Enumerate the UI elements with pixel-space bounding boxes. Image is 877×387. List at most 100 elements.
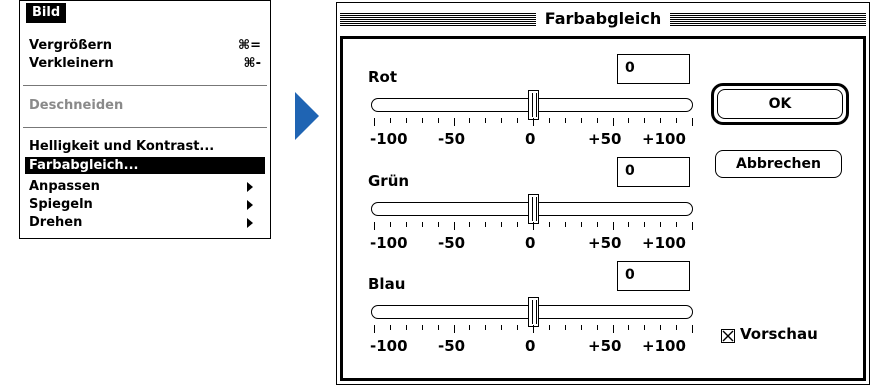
scale-label: -50 — [438, 337, 466, 355]
slider-tick — [533, 118, 534, 126]
slider-tick — [533, 325, 534, 333]
scale-label: -50 — [438, 130, 466, 148]
slider-tick — [406, 325, 407, 330]
slider-tick — [374, 222, 375, 230]
slider-tick — [533, 222, 534, 230]
slider-tick — [406, 222, 407, 227]
scale-label: +50 — [588, 130, 622, 148]
slider-tick — [406, 118, 407, 123]
slider-tick — [517, 118, 518, 123]
slider-tick — [438, 222, 439, 227]
menu-item-label: Farbabgleich... — [29, 158, 139, 173]
menu-item-shortcut: ⌘- — [243, 56, 261, 71]
red-slider-thumb[interactable] — [528, 90, 539, 120]
title-bar[interactable]: Farbabgleich — [337, 3, 869, 36]
red-value-field[interactable]: 0 — [617, 54, 690, 84]
slider-tick — [597, 222, 598, 227]
slider-tick — [469, 325, 470, 330]
menu-item-brightness-contrast[interactable]: Helligkeit und Kontrast... — [29, 138, 261, 155]
scale-label: +50 — [588, 234, 622, 252]
slider-tick — [485, 325, 486, 330]
slider-tick — [422, 325, 423, 330]
slider-tick — [549, 325, 550, 330]
slider-tick — [660, 325, 661, 330]
scale-label: -100 — [370, 234, 408, 252]
menu-item-label: Deschneiden — [29, 98, 124, 113]
menu-item-color-balance[interactable]: Farbabgleich... — [25, 157, 265, 174]
slider-tick — [644, 222, 645, 227]
slider-tick — [517, 325, 518, 330]
ok-button-label: OK — [717, 89, 843, 119]
title-text-wrapper: Farbabgleich — [337, 8, 869, 30]
menu-item-shrink[interactable]: Verkleinern ⌘- — [29, 55, 261, 72]
menu-item-rotate[interactable]: Drehen — [29, 214, 261, 231]
menu-item-label: Verkleinern — [29, 56, 114, 71]
menu-item-shortcut: ⌘= — [238, 38, 261, 53]
scale-label: -50 — [438, 234, 466, 252]
slider-tick — [676, 222, 677, 227]
slider-tick — [390, 118, 391, 123]
image-menu: Bild Vergrößern ⌘= Verkleinern ⌘- Deschn… — [19, 0, 271, 239]
slider-tick — [628, 222, 629, 227]
slider-tick — [485, 222, 486, 227]
red-slider-scale: -100 -50 0 +50 +100 — [370, 130, 700, 148]
slider-tick — [390, 325, 391, 330]
slider-tick — [374, 118, 375, 126]
menu-item-label: Anpassen — [29, 179, 100, 194]
slider-tick — [517, 222, 518, 227]
cancel-button[interactable]: Abbrechen — [715, 150, 842, 178]
scale-label: -100 — [370, 337, 408, 355]
channel-label-blue: Blau — [368, 275, 406, 293]
slider-tick — [438, 118, 439, 123]
menu-item-label: Helligkeit und Kontrast... — [29, 139, 215, 154]
green-slider-ticks — [374, 222, 693, 230]
menu-separator — [23, 127, 267, 128]
slider-tick — [597, 325, 598, 330]
slider-tick — [692, 118, 693, 126]
slider-tick — [660, 118, 661, 123]
menu-title[interactable]: Bild — [26, 3, 67, 23]
scale-label: +50 — [588, 337, 622, 355]
slider-tick — [644, 118, 645, 123]
scale-label: +100 — [642, 130, 686, 148]
menu-item-adjust[interactable]: Anpassen — [29, 178, 261, 195]
preview-checkbox[interactable] — [721, 329, 735, 343]
submenu-arrow-icon — [247, 182, 253, 192]
menu-item-label: Drehen — [29, 215, 83, 230]
ok-button[interactable]: OK — [711, 83, 849, 125]
green-value-field[interactable]: 0 — [617, 157, 690, 187]
menu-item-enlarge[interactable]: Vergrößern ⌘= — [29, 37, 261, 54]
slider-tick — [454, 325, 455, 333]
slider-tick — [438, 325, 439, 330]
submenu-arrow-icon — [247, 200, 253, 210]
slider-tick — [628, 325, 629, 330]
red-slider-ticks — [374, 118, 693, 126]
slider-tick — [628, 118, 629, 123]
submenu-arrow-icon — [247, 218, 253, 228]
slider-tick — [469, 222, 470, 227]
scale-label: 0 — [525, 130, 536, 148]
slider-tick — [565, 222, 566, 227]
slider-tick — [501, 325, 502, 330]
checkbox-x-icon — [722, 330, 734, 342]
slider-tick — [469, 118, 470, 123]
pointer-arrow-icon — [295, 92, 319, 140]
blue-slider-thumb[interactable] — [528, 297, 539, 327]
slider-tick — [390, 222, 391, 227]
slider-tick — [454, 222, 455, 230]
scale-label: +100 — [642, 337, 686, 355]
blue-value-field[interactable]: 0 — [617, 261, 690, 291]
menu-item-crop: Deschneiden — [29, 97, 261, 114]
scale-label: 0 — [525, 234, 536, 252]
blue-slider-ticks — [374, 325, 693, 333]
menu-item-label: Vergrößern — [29, 38, 113, 53]
menu-item-label: Spiegeln — [29, 197, 93, 212]
green-slider-thumb[interactable] — [528, 194, 539, 224]
dialog-title: Farbabgleich — [535, 9, 671, 28]
slider-tick — [581, 118, 582, 123]
preview-label: Vorschau — [740, 325, 818, 343]
menu-item-flip[interactable]: Spiegeln — [29, 196, 261, 213]
scale-label: 0 — [525, 337, 536, 355]
slider-tick — [565, 118, 566, 123]
slider-tick — [565, 325, 566, 330]
